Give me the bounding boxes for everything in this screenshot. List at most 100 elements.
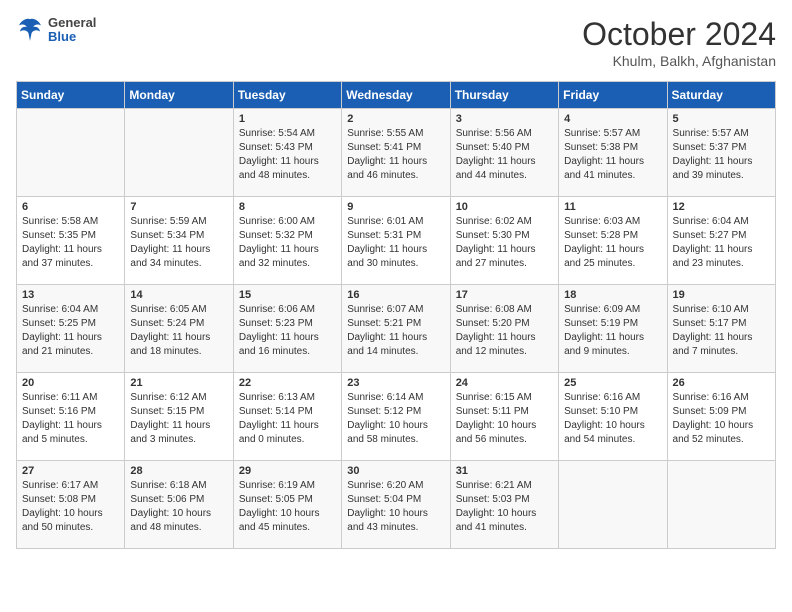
cell-line: Daylight: 11 hours and 0 minutes. [239,420,319,445]
cell-line: Sunrise: 5:59 AM [130,216,206,227]
day-number: 30 [347,465,444,477]
cell-content: Sunrise: 6:19 AMSunset: 5:05 PMDaylight:… [239,479,336,535]
cell-content: Sunrise: 6:05 AMSunset: 5:24 PMDaylight:… [130,303,227,359]
day-number: 2 [347,113,444,125]
day-number: 24 [456,377,553,389]
day-number: 20 [22,377,119,389]
cell-content: Sunrise: 6:14 AMSunset: 5:12 PMDaylight:… [347,391,444,447]
cell-line: Sunset: 5:14 PM [239,406,313,417]
cell-content: Sunrise: 6:12 AM Sunset: 5:15 PM Daylight:… [130,391,227,447]
calendar-cell: 25Sunrise: 6:16 AMSunset: 5:10 PMDayligh… [559,373,667,461]
day-number: 6 [22,201,119,213]
day-number: 19 [673,289,770,301]
cell-line: Daylight: 11 hours and 34 minutes. [130,244,210,269]
day-number: 10 [456,201,553,213]
day-number: 14 [130,289,227,301]
cell-line: Daylight: 11 hours and 12 minutes. [456,332,536,357]
cell-content: Sunrise: 6:18 AMSunset: 5:06 PMDaylight:… [130,479,227,535]
cell-content: Sunrise: 5:57 AMSunset: 5:37 PMDaylight:… [673,127,770,183]
cell-content: Sunrise: 6:06 AMSunset: 5:23 PMDaylight:… [239,303,336,359]
cell-line: Daylight: 11 hours and 30 minutes. [347,244,427,269]
cell-line: Sunset: 5:30 PM [456,230,530,241]
cell-content: Sunrise: 6:04 AMSunset: 5:25 PMDaylight:… [22,303,119,359]
day-number: 27 [22,465,119,477]
day-number: 26 [673,377,770,389]
cell-line: Sunset: 5:08 PM [22,494,96,505]
cell-line: Daylight: 11 hours and 46 minutes. [347,156,427,181]
cell-line: Sunrise: 6:16 AM [673,392,749,403]
calendar-cell: 15 Sunrise: 6:06 AMSunset: 5:23 PMDayligh… [233,285,341,373]
cell-line: Sunrise: 6:10 AM [673,304,749,315]
cell-line: Sunset: 5:15 PM [130,406,204,417]
title-block: October 2024 Khulm, Balkh, Afghanistan [582,16,776,69]
day-number: 28 [130,465,227,477]
calendar-cell: 14Sunrise: 6:05 AMSunset: 5:24 PMDayligh… [125,285,233,373]
cell-line: Daylight: 11 hours and 7 minutes. [673,332,753,357]
cell-content: Sunrise: 5:57 AMSunset: 5:38 PMDaylight:… [564,127,661,183]
cell-line: Sunrise: 6:03 AM [564,216,640,227]
cell-line: Sunset: 5:20 PM [456,318,530,329]
cell-content: Sunrise: 6:02 AMSunset: 5:30 PMDaylight:… [456,215,553,271]
day-number: 9 [347,201,444,213]
cell-line: Sunrise: 6:05 AM [130,304,206,315]
cell-line: Sunrise: 6:14 AM [347,392,423,403]
cell-line: Daylight: 10 hours and 43 minutes. [347,508,428,533]
cell-line: Daylight: 11 hours and 48 minutes. [239,156,319,181]
calendar-week-row: 13Sunrise: 6:04 AMSunset: 5:25 PMDayligh… [17,285,776,373]
cell-content: Sunrise: 6:21 AMSunset: 5:03 PMDaylight:… [456,479,553,535]
cell-content: Sunrise: 5:59 AM Sunset: 5:34 PM Daylight:… [130,215,227,271]
day-number: 3 [456,113,553,125]
calendar-cell: 24 Sunrise: 6:15 AMSunset: 5:11 PMDayligh… [450,373,558,461]
cell-line: Sunrise: 6:06 AM [239,304,315,315]
cell-line: Sunrise: 6:00 AM [239,216,315,227]
cell-line: Daylight: 10 hours and 58 minutes. [347,420,428,445]
cell-line: Sunrise: 6:21 AM [456,480,532,491]
calendar-cell: 28 Sunrise: 6:18 AMSunset: 5:06 PMDayligh… [125,461,233,549]
cell-line: Sunrise: 6:12 AM [130,392,206,403]
cell-line: Sunset: 5:16 PM [22,406,96,417]
cell-content: Sunrise: 6:15 AMSunset: 5:11 PMDaylight:… [456,391,553,447]
cell-line: Daylight: 10 hours and 52 minutes. [673,420,754,445]
day-number: 25 [564,377,661,389]
cell-content: Sunrise: 5:54 AMSunset: 5:43 PMDaylight:… [239,127,336,183]
calendar-week-row: 20Sunrise: 6:11 AMSunset: 5:16 PMDayligh… [17,373,776,461]
logo-bird-icon [16,16,44,44]
calendar-cell: 16Sunrise: 6:07 AMSunset: 5:21 PMDayligh… [342,285,450,373]
cell-line: Sunset: 5:34 PM [130,230,204,241]
cell-line: Sunset: 5:43 PM [239,142,313,153]
calendar-cell: 1Sunrise: 5:54 AMSunset: 5:43 PMDaylight… [233,109,341,197]
calendar-cell [667,461,775,549]
cell-content: Sunrise: 6:09 AMSunset: 5:19 PMDaylight:… [564,303,661,359]
cell-line: Sunset: 5:24 PM [130,318,204,329]
logo: General Blue [16,16,96,45]
cell-line: Daylight: 11 hours and 3 minutes. [130,420,210,445]
cell-line: Sunrise: 6:08 AM [456,304,532,315]
cell-line: Daylight: 11 hours and 27 minutes. [456,244,536,269]
calendar-week-row: 6Sunrise: 5:58 AMSunset: 5:35 PMDaylight… [17,197,776,285]
cell-line: Sunrise: 6:04 AM [22,304,98,315]
calendar-cell: 31Sunrise: 6:21 AMSunset: 5:03 PMDayligh… [450,461,558,549]
weekday-header: Tuesday [233,82,341,109]
cell-line: Sunset: 5:05 PM [239,494,313,505]
calendar-cell: 30Sunrise: 6:20 AMSunset: 5:04 PMDayligh… [342,461,450,549]
weekday-header: Thursday [450,82,558,109]
cell-line: Daylight: 10 hours and 54 minutes. [564,420,645,445]
weekday-header: Saturday [667,82,775,109]
calendar-cell: 22Sunrise: 6:13 AMSunset: 5:14 PMDayligh… [233,373,341,461]
cell-line: Daylight: 11 hours and 25 minutes. [564,244,644,269]
day-number: 11 [564,201,661,213]
day-number: 15 [239,289,336,301]
day-number: 16 [347,289,444,301]
logo-blue: Blue [48,30,96,44]
month-title: October 2024 [582,16,776,53]
day-number: 8 [239,201,336,213]
calendar-cell [17,109,125,197]
cell-line: Daylight: 11 hours and 23 minutes. [673,244,753,269]
cell-line: Daylight: 11 hours and 32 minutes. [239,244,319,269]
location: Khulm, Balkh, Afghanistan [582,53,776,69]
calendar-cell: 2Sunrise: 5:55 AMSunset: 5:41 PMDaylight… [342,109,450,197]
cell-content: Sunrise: 6:16 AMSunset: 5:09 PMDaylight:… [673,391,770,447]
cell-line: Sunset: 5:11 PM [456,406,529,417]
cell-line: Daylight: 11 hours and 16 minutes. [239,332,319,357]
calendar-cell: 27Sunrise: 6:17 AMSunset: 5:08 PMDayligh… [17,461,125,549]
